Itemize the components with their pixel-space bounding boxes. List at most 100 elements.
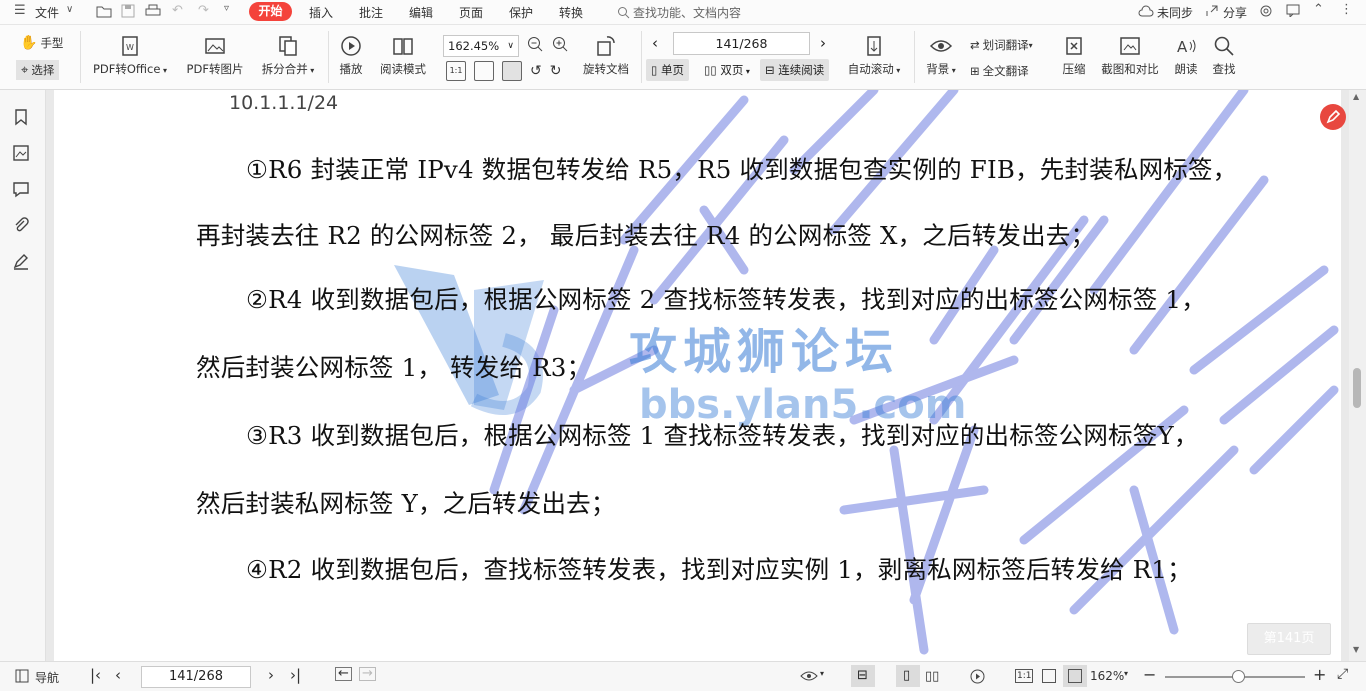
actual-size-icon[interactable]: 1:1 [446,61,466,81]
select-tool[interactable]: ⌖ 选择 [16,60,60,80]
image-icon [205,38,225,54]
rotate-right-icon[interactable]: ↻ [550,63,562,79]
minimize-ribbon-icon[interactable]: ⌃ [1313,2,1324,17]
scroll-down-icon[interactable]: ▼ [1353,645,1359,654]
page-number-input[interactable]: 141/268 [673,32,810,55]
rotate-document-button[interactable]: 旋转文档 [580,34,632,77]
thumbnail-icon[interactable] [12,144,30,162]
attachment-icon[interactable] [12,216,30,234]
fit-page-icon[interactable] [1042,669,1056,683]
fit-width-toggle[interactable] [1063,665,1087,687]
first-page-icon[interactable]: |‹ [90,666,101,684]
tab-insert[interactable]: 插入 [309,4,333,21]
scrollbar-thumb[interactable] [1353,368,1361,408]
tab-comment[interactable]: 批注 [359,4,383,21]
rotate-left-icon[interactable]: ↺ [530,63,542,79]
zoom-in-icon[interactable] [552,36,569,53]
pdf-edit-floating-button[interactable] [1320,104,1346,130]
continuous-view-toggle[interactable]: ⊟ [851,665,875,687]
feedback-icon[interactable] [1286,4,1300,17]
tab-start[interactable]: 开始 [249,2,292,21]
double-page-icon[interactable]: ▯▯ [925,669,939,684]
hand-tool-label: 手型 [40,36,64,50]
fit-tools: 1:1 ↺ ↻ [446,61,561,81]
sync-status[interactable]: 未同步 [1157,4,1193,21]
undo-icon[interactable]: ↶ [172,3,183,18]
open-folder-icon[interactable] [96,4,112,18]
next-page-icon[interactable]: › [820,34,826,52]
continuous-read-button[interactable]: ⊟ 连续阅读 [760,59,830,81]
zoom-percent[interactable]: 162% [1090,669,1124,683]
last-page-icon[interactable]: ›| [290,666,301,684]
read-mode-button[interactable]: 阅读模式 [376,34,430,77]
tab-page[interactable]: 页面 [459,4,483,21]
hand-tool[interactable]: ✋ 手型 [20,35,63,51]
next-page-icon[interactable]: › [268,666,274,684]
full-translate-button[interactable]: ⊞ 全文翻译 [970,63,1029,79]
play-icon[interactable] [970,669,985,684]
status-page-input[interactable]: 141/268 [141,666,251,688]
actual-size-icon[interactable]: 1:1 [1015,669,1034,683]
pdf-to-image-button[interactable]: PDF转图片 [183,34,247,77]
more-icon[interactable]: ▿ [224,3,229,14]
back-icon[interactable]: ← [335,667,352,681]
rotate-document-icon [597,36,615,56]
save-icon[interactable] [121,4,135,18]
zoom-slider-handle[interactable] [1232,670,1245,683]
word-translate-button[interactable]: ⇄ 划词翻译 ▾ [970,37,1033,53]
chevron-down-icon[interactable]: ▾ [820,669,824,678]
signature-icon[interactable] [12,252,30,270]
share-button[interactable]: 分享 [1223,4,1247,21]
fit-width-icon[interactable] [502,61,522,81]
chevron-down-icon[interactable]: ∨ [66,4,73,15]
menu-icon[interactable]: ☰ [14,3,26,18]
screenshot-compare-button[interactable]: 截图和对比 [1098,34,1162,77]
comment-icon[interactable] [12,180,30,198]
zoom-out-icon[interactable]: − [1143,665,1156,684]
navigation-panel-icon[interactable] [15,669,29,683]
zoom-in-icon[interactable]: + [1313,665,1326,684]
document-viewer[interactable]: 攻城狮论坛 bbs.ylan5.com 10.1.1.1/24 ①R6 封装正常… [46,90,1349,661]
cloud-sync-icon[interactable] [1138,4,1154,18]
single-page-toggle[interactable]: ▯ [896,665,920,687]
eye-protection-icon[interactable] [800,670,818,682]
more-options-icon[interactable]: ⋮ [1340,2,1353,17]
prev-page-icon[interactable]: ‹ [115,666,121,684]
chevron-down-icon[interactable]: ▾ [1124,669,1128,678]
prev-page-icon[interactable]: ‹ [652,34,658,52]
double-page-button[interactable]: ▯▯ 双页 ▾ [699,59,755,81]
screenshot-icon [1120,37,1140,55]
vertical-scrollbar[interactable]: ▲ ▼ [1349,90,1366,661]
scroll-up-icon[interactable]: ▲ [1353,92,1359,101]
page-indicator-badge: 第141页 [1247,623,1331,655]
play-button[interactable]: 播放 [333,34,369,77]
pdf-to-office-button[interactable]: W PDF转Office ▾ [90,34,170,77]
compress-button[interactable]: 压缩 [1058,34,1090,77]
find-button[interactable]: 查找 [1208,34,1240,77]
single-page-icon: ▯ [651,63,658,77]
fullscreen-icon[interactable]: ⤢ [1337,666,1348,682]
single-page-button[interactable]: ▯ 单页 [646,59,689,81]
pdf-page: 攻城狮论坛 bbs.ylan5.com 10.1.1.1/24 ①R6 封装正常… [54,90,1341,661]
divider [328,31,329,83]
auto-scroll-button[interactable]: 自动滚动 ▾ [845,34,903,77]
zoom-out-icon[interactable] [527,36,544,53]
tab-edit[interactable]: 编辑 [409,4,433,21]
split-merge-button[interactable]: 拆分合并 ▾ [255,34,321,77]
settings-icon[interactable] [1259,4,1273,18]
read-aloud-button[interactable]: A 朗读 [1170,34,1202,77]
read-mode-label: 阅读模式 [380,62,426,76]
print-icon[interactable] [145,4,161,18]
tab-convert[interactable]: 转换 [559,4,583,21]
redo-icon[interactable]: ↷ [198,3,209,18]
tab-protect[interactable]: 保护 [509,4,533,21]
navigation-label[interactable]: 导航 [35,669,59,686]
bookmark-icon[interactable] [12,108,30,126]
forward-icon[interactable]: → [359,667,376,681]
file-menu[interactable]: 文件 [35,4,59,21]
share-icon[interactable] [1205,4,1219,18]
command-search[interactable]: 查找功能、文档内容 [617,4,741,21]
background-button[interactable]: 背景 ▾ [922,34,960,77]
zoom-select[interactable]: 162.45% ∨ [443,35,519,57]
fit-page-icon[interactable] [474,61,494,81]
